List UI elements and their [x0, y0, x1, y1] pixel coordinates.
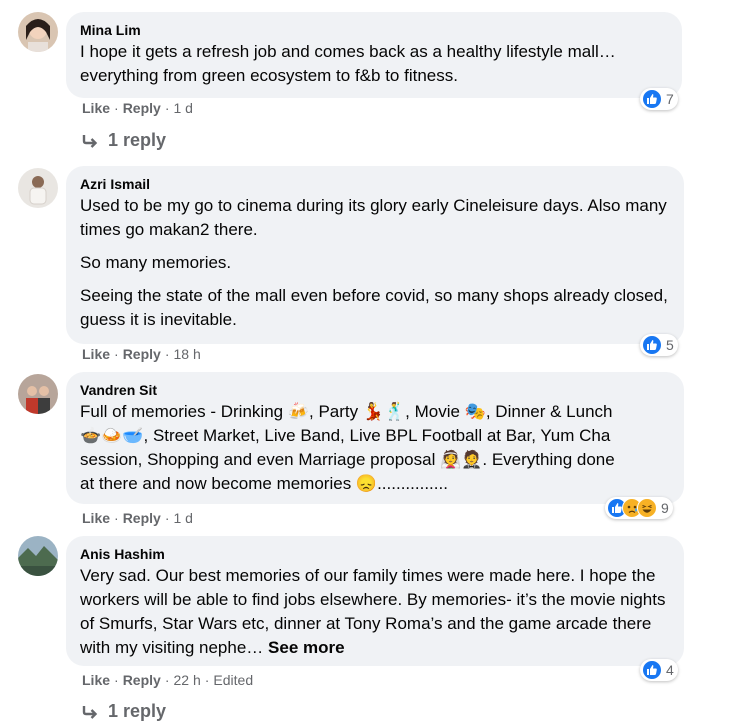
comment-author[interactable]: Anis Hashim [80, 545, 670, 563]
comment-time[interactable]: 22 h [173, 672, 200, 688]
like-link[interactable]: Like [82, 346, 110, 362]
comment-author[interactable]: Vandren Sit [80, 381, 670, 399]
avatar[interactable] [18, 536, 58, 576]
reaction-count: 5 [666, 337, 674, 353]
reply-link[interactable]: Reply [123, 346, 161, 362]
like-link[interactable]: Like [82, 510, 110, 526]
comment-bubble: Mina Lim I hope it gets a refresh job an… [66, 12, 682, 98]
comment-bubble: Anis Hashim Very sad. Our best memories … [66, 536, 684, 666]
view-replies-link[interactable]: 1 reply [82, 130, 166, 151]
view-replies-link[interactable]: 1 reply [82, 701, 166, 722]
avatar[interactable] [18, 12, 58, 52]
reaction-summary[interactable]: 5 [640, 334, 678, 356]
comment-time[interactable]: 1 d [173, 510, 192, 526]
comment-text: Seeing the state of the mall even before… [80, 286, 668, 329]
replies-count: 1 reply [108, 701, 167, 721]
comment-text: Very sad. Our best memories of our famil… [80, 566, 666, 657]
comment-author[interactable]: Azri Ismail [80, 175, 670, 193]
reaction-count: 9 [661, 500, 669, 516]
reaction-count: 7 [666, 91, 674, 107]
comment-text: Used to be my go to cinema during its gl… [80, 196, 667, 239]
like-reaction-icon [642, 335, 662, 355]
reaction-summary[interactable]: 4 [640, 659, 678, 681]
avatar[interactable] [18, 168, 58, 208]
comment-actions: Like · Reply · 1 d [82, 100, 193, 116]
comment-actions: Like · Reply · 1 d [82, 510, 193, 526]
comment-text: I hope it gets a refresh job and comes b… [80, 42, 616, 85]
comment-text-line: 🍲🍛🥣, Street Market, Live Band, Live BPL … [80, 426, 611, 445]
reaction-summary[interactable]: 7 [640, 88, 678, 110]
comment-author[interactable]: Mina Lim [80, 21, 668, 39]
reply-arrow-icon [82, 705, 98, 719]
edited-label[interactable]: Edited [213, 672, 253, 688]
comment-text-line: at there and now become memories 😞......… [80, 474, 448, 493]
see-more-link[interactable]: See more [268, 638, 345, 657]
haha-reaction-icon [637, 498, 657, 518]
comment-bubble: Azri Ismail Used to be my go to cinema d… [66, 166, 684, 344]
comment-actions: Like · Reply · 18 h [82, 346, 201, 362]
reply-link[interactable]: Reply [123, 100, 161, 116]
like-reaction-icon [642, 89, 662, 109]
avatar[interactable] [18, 374, 58, 414]
reply-arrow-icon [82, 134, 98, 148]
comment-text-line: Full of memories - Drinking 🍻, Party 💃🕺,… [80, 402, 613, 421]
like-link[interactable]: Like [82, 100, 110, 116]
comment-text: So many memories. [80, 253, 232, 272]
reply-link[interactable]: Reply [123, 510, 161, 526]
comment-actions: Like · Reply · 22 h · Edited [82, 672, 254, 688]
like-link[interactable]: Like [82, 672, 110, 688]
comment-time[interactable]: 18 h [173, 346, 200, 362]
reaction-summary[interactable]: 9 [605, 497, 673, 519]
comment-text-line: session, Shopping and even Marriage prop… [80, 450, 615, 469]
comment-bubble: Vandren Sit Full of memories - Drinking … [66, 372, 684, 504]
reaction-count: 4 [666, 662, 674, 678]
replies-count: 1 reply [108, 130, 167, 150]
like-reaction-icon [642, 660, 662, 680]
comment-time[interactable]: 1 d [173, 100, 192, 116]
reply-link[interactable]: Reply [123, 672, 161, 688]
